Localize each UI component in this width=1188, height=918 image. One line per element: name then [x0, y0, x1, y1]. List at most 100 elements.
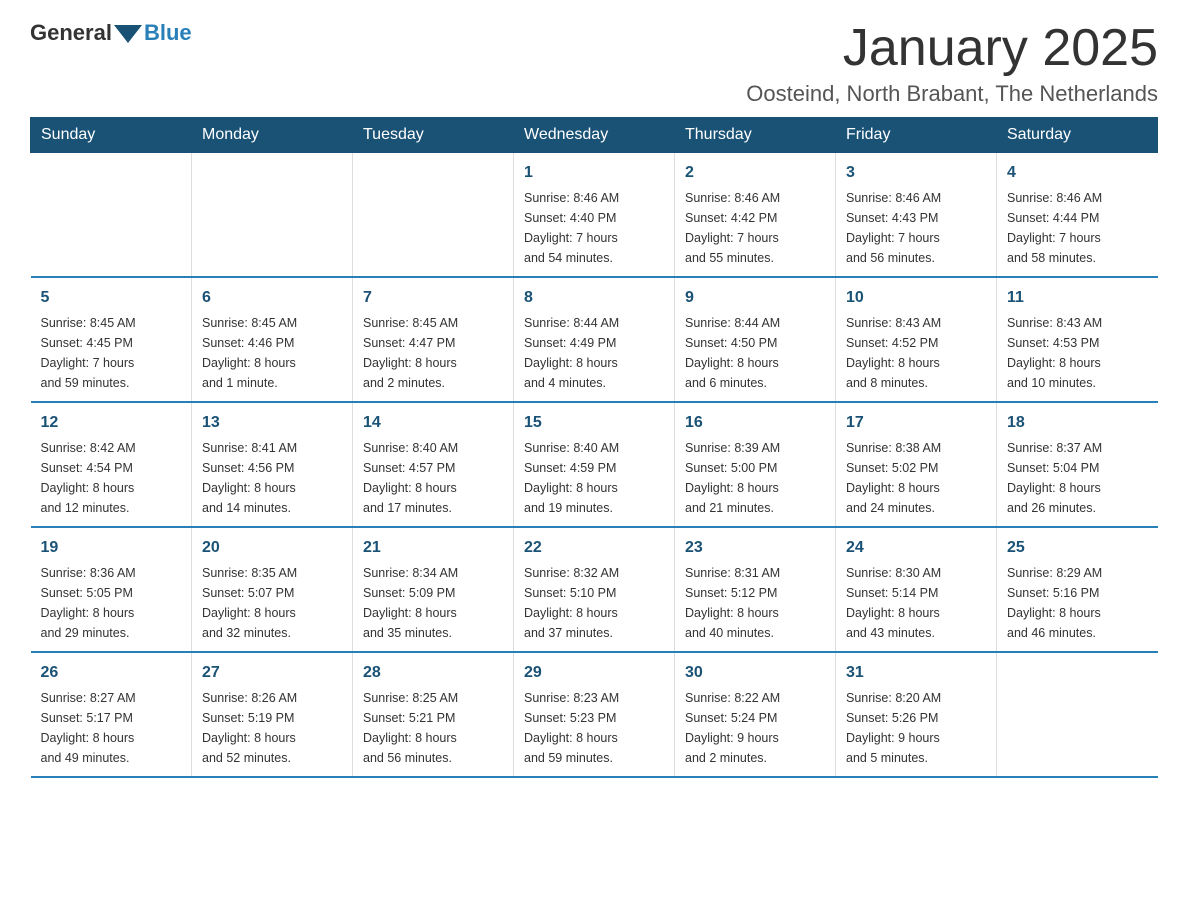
- calendar-cell: 8 Sunrise: 8:44 AM Sunset: 4:49 PM Daylig…: [514, 277, 675, 402]
- day-number: 2: [685, 161, 825, 185]
- title-section: January 2025 Oosteind, North Brabant, Th…: [746, 20, 1158, 107]
- day-info: Sunrise: 8:46 AM Sunset: 4:43 PM Dayligh…: [846, 188, 986, 268]
- day-info: Sunrise: 8:43 AM Sunset: 4:53 PM Dayligh…: [1007, 313, 1148, 393]
- calendar-cell: 26 Sunrise: 8:27 AM Sunset: 5:17 PM Dayli…: [31, 652, 192, 777]
- calendar-cell: 2 Sunrise: 8:46 AM Sunset: 4:42 PM Daylig…: [675, 153, 836, 278]
- logo-general: General: [30, 20, 112, 46]
- calendar-cell: 3Sunrise: 8:46 AM Sunset: 4:43 PM Daylig…: [836, 153, 997, 278]
- day-info: Sunrise: 8:30 AM Sunset: 5:14 PM Dayligh…: [846, 563, 986, 643]
- day-number: 30: [685, 661, 825, 685]
- calendar-cell: 23Sunrise: 8:31 AM Sunset: 5:12 PM Dayli…: [675, 527, 836, 652]
- day-number: 10: [846, 286, 986, 310]
- day-info: Sunrise: 8:46 AM Sunset: 4:44 PM Dayligh…: [1007, 188, 1148, 268]
- calendar-week-2: 5 Sunrise: 8:45 AM Sunset: 4:45 PM Daylig…: [31, 277, 1158, 402]
- calendar-cell: 4 Sunrise: 8:46 AM Sunset: 4:44 PM Daylig…: [997, 153, 1158, 278]
- logo-arrow-icon: [114, 21, 142, 45]
- day-number: 13: [202, 411, 342, 435]
- calendar-cell: 7Sunrise: 8:45 AM Sunset: 4:47 PM Daylig…: [353, 277, 514, 402]
- day-number: 16: [685, 411, 825, 435]
- day-info: Sunrise: 8:44 AM Sunset: 4:50 PM Dayligh…: [685, 313, 825, 393]
- day-number: 6: [202, 286, 342, 310]
- logo-text: General Blue: [30, 20, 192, 46]
- calendar-cell: 14Sunrise: 8:40 AM Sunset: 4:57 PM Dayli…: [353, 402, 514, 527]
- calendar-week-3: 12 Sunrise: 8:42 AM Sunset: 4:54 PM Dayli…: [31, 402, 1158, 527]
- day-info: Sunrise: 8:35 AM Sunset: 5:07 PM Dayligh…: [202, 563, 342, 643]
- calendar-cell: 24 Sunrise: 8:30 AM Sunset: 5:14 PM Dayli…: [836, 527, 997, 652]
- day-number: 4: [1007, 161, 1148, 185]
- day-info: Sunrise: 8:43 AM Sunset: 4:52 PM Dayligh…: [846, 313, 986, 393]
- calendar-week-5: 26 Sunrise: 8:27 AM Sunset: 5:17 PM Dayli…: [31, 652, 1158, 777]
- day-number: 27: [202, 661, 342, 685]
- col-sunday: Sunday: [31, 118, 192, 153]
- day-info: Sunrise: 8:39 AM Sunset: 5:00 PM Dayligh…: [685, 438, 825, 518]
- day-info: Sunrise: 8:40 AM Sunset: 4:59 PM Dayligh…: [524, 438, 664, 518]
- day-info: Sunrise: 8:45 AM Sunset: 4:46 PM Dayligh…: [202, 313, 342, 393]
- calendar-cell: 9 Sunrise: 8:44 AM Sunset: 4:50 PM Daylig…: [675, 277, 836, 402]
- day-number: 11: [1007, 286, 1148, 310]
- day-info: Sunrise: 8:20 AM Sunset: 5:26 PM Dayligh…: [846, 688, 986, 768]
- day-info: Sunrise: 8:26 AM Sunset: 5:19 PM Dayligh…: [202, 688, 342, 768]
- calendar-cell: 28 Sunrise: 8:25 AM Sunset: 5:21 PM Dayli…: [353, 652, 514, 777]
- calendar-cell: 29 Sunrise: 8:23 AM Sunset: 5:23 PM Dayli…: [514, 652, 675, 777]
- col-monday: Monday: [192, 118, 353, 153]
- day-number: 25: [1007, 536, 1148, 560]
- day-info: Sunrise: 8:27 AM Sunset: 5:17 PM Dayligh…: [41, 688, 182, 768]
- calendar-cell: 1 Sunrise: 8:46 AM Sunset: 4:40 PM Daylig…: [514, 153, 675, 278]
- calendar-cell: 27 Sunrise: 8:26 AM Sunset: 5:19 PM Dayli…: [192, 652, 353, 777]
- calendar-week-1: 1 Sunrise: 8:46 AM Sunset: 4:40 PM Daylig…: [31, 153, 1158, 278]
- day-info: Sunrise: 8:45 AM Sunset: 4:47 PM Dayligh…: [363, 313, 503, 393]
- calendar-cell: [353, 153, 514, 278]
- day-number: 9: [685, 286, 825, 310]
- calendar-cell: 16 Sunrise: 8:39 AM Sunset: 5:00 PM Dayli…: [675, 402, 836, 527]
- col-tuesday: Tuesday: [353, 118, 514, 153]
- day-number: 28: [363, 661, 503, 685]
- day-info: Sunrise: 8:23 AM Sunset: 5:23 PM Dayligh…: [524, 688, 664, 768]
- logo: General Blue: [30, 20, 192, 46]
- day-info: Sunrise: 8:44 AM Sunset: 4:49 PM Dayligh…: [524, 313, 664, 393]
- calendar-cell: [31, 153, 192, 278]
- day-info: Sunrise: 8:38 AM Sunset: 5:02 PM Dayligh…: [846, 438, 986, 518]
- day-info: Sunrise: 8:45 AM Sunset: 4:45 PM Dayligh…: [41, 313, 182, 393]
- calendar-cell: 10 Sunrise: 8:43 AM Sunset: 4:52 PM Dayli…: [836, 277, 997, 402]
- day-info: Sunrise: 8:40 AM Sunset: 4:57 PM Dayligh…: [363, 438, 503, 518]
- logo-blue: Blue: [144, 20, 192, 46]
- day-number: 1: [524, 161, 664, 185]
- day-info: Sunrise: 8:29 AM Sunset: 5:16 PM Dayligh…: [1007, 563, 1148, 643]
- day-number: 21: [363, 536, 503, 560]
- calendar-cell: [997, 652, 1158, 777]
- day-number: 31: [846, 661, 986, 685]
- day-info: Sunrise: 8:32 AM Sunset: 5:10 PM Dayligh…: [524, 563, 664, 643]
- calendar-cell: 19Sunrise: 8:36 AM Sunset: 5:05 PM Dayli…: [31, 527, 192, 652]
- day-number: 29: [524, 661, 664, 685]
- col-friday: Friday: [836, 118, 997, 153]
- day-number: 15: [524, 411, 664, 435]
- day-number: 26: [41, 661, 182, 685]
- day-number: 8: [524, 286, 664, 310]
- calendar-cell: 31 Sunrise: 8:20 AM Sunset: 5:26 PM Dayli…: [836, 652, 997, 777]
- day-number: 12: [41, 411, 182, 435]
- calendar-header-row: Sunday Monday Tuesday Wednesday Thursday…: [31, 118, 1158, 153]
- month-title: January 2025: [746, 20, 1158, 77]
- day-number: 24: [846, 536, 986, 560]
- page-header: General Blue January 2025 Oosteind, Nort…: [30, 20, 1158, 107]
- day-number: 17: [846, 411, 986, 435]
- day-info: Sunrise: 8:46 AM Sunset: 4:40 PM Dayligh…: [524, 188, 664, 268]
- day-info: Sunrise: 8:25 AM Sunset: 5:21 PM Dayligh…: [363, 688, 503, 768]
- day-number: 20: [202, 536, 342, 560]
- day-info: Sunrise: 8:34 AM Sunset: 5:09 PM Dayligh…: [363, 563, 503, 643]
- day-info: Sunrise: 8:46 AM Sunset: 4:42 PM Dayligh…: [685, 188, 825, 268]
- day-number: 5: [41, 286, 182, 310]
- calendar-cell: [192, 153, 353, 278]
- calendar-cell: 20 Sunrise: 8:35 AM Sunset: 5:07 PM Dayli…: [192, 527, 353, 652]
- calendar-cell: 22 Sunrise: 8:32 AM Sunset: 5:10 PM Dayli…: [514, 527, 675, 652]
- location-subtitle: Oosteind, North Brabant, The Netherlands: [746, 81, 1158, 107]
- day-info: Sunrise: 8:37 AM Sunset: 5:04 PM Dayligh…: [1007, 438, 1148, 518]
- calendar-week-4: 19Sunrise: 8:36 AM Sunset: 5:05 PM Dayli…: [31, 527, 1158, 652]
- calendar-cell: 15 Sunrise: 8:40 AM Sunset: 4:59 PM Dayli…: [514, 402, 675, 527]
- day-info: Sunrise: 8:42 AM Sunset: 4:54 PM Dayligh…: [41, 438, 182, 518]
- calendar-cell: 30Sunrise: 8:22 AM Sunset: 5:24 PM Dayli…: [675, 652, 836, 777]
- day-number: 22: [524, 536, 664, 560]
- calendar-cell: 21 Sunrise: 8:34 AM Sunset: 5:09 PM Dayli…: [353, 527, 514, 652]
- calendar-cell: 17 Sunrise: 8:38 AM Sunset: 5:02 PM Dayli…: [836, 402, 997, 527]
- calendar-cell: 18Sunrise: 8:37 AM Sunset: 5:04 PM Dayli…: [997, 402, 1158, 527]
